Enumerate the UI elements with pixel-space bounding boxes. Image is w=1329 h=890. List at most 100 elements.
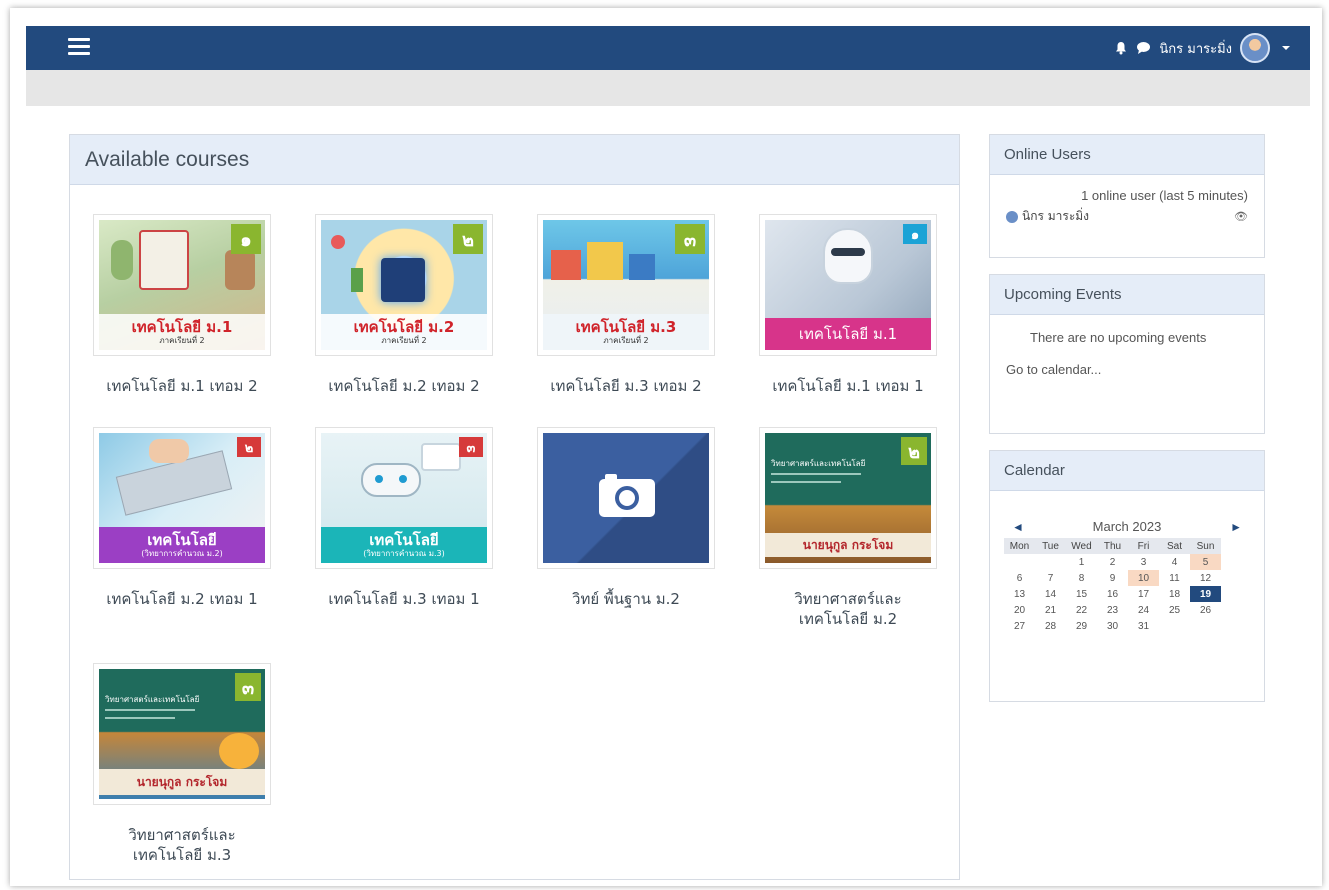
course-link[interactable]: เทคโนโลยี ม.2 เทอม 1	[77, 589, 287, 609]
calendar-day[interactable]: 19	[1190, 586, 1221, 602]
go-to-calendar-link[interactable]: Go to calendar...	[1006, 362, 1248, 377]
course-link[interactable]: วิทย์ พื้นฐาน ม.2	[521, 589, 731, 609]
eye-slash-icon[interactable]: 👁	[1234, 210, 1248, 223]
course-item[interactable]: ๓ เทคโนโลยี ม.3 ภาคเรียนที่ 2 เทคโนโลยี …	[521, 214, 731, 396]
course-link[interactable]: เทคโนโลยี ม.3 เทอม 2	[521, 376, 731, 396]
course-thumbnail[interactable]: ๒ เทคโนโลยี ม.2 ภาคเรียนที่ 2	[315, 214, 493, 356]
calendar-day[interactable]: 31	[1128, 618, 1159, 634]
breadcrumb-bar	[26, 70, 1310, 106]
thumb-title: เทคโนโลยี ม.1	[798, 324, 898, 343]
next-month-arrow[interactable]: ►	[1230, 520, 1242, 534]
thumb-subtitle: ภาคเรียนที่ 2	[159, 335, 205, 345]
course-thumbnail[interactable]: ๑ เทคโนโลยี ม.1 ภาคเรียนที่ 2	[93, 214, 271, 356]
bell-icon[interactable]	[1114, 41, 1128, 55]
calendar-day[interactable]: 2	[1097, 554, 1128, 570]
course-link[interactable]: เทคโนโลยี ม.1 เทอม 1	[743, 376, 953, 396]
calendar-day[interactable]: 15	[1066, 586, 1097, 602]
thumb-subtitle: วิทยาศาสตร์และเทคโนโลยี	[105, 695, 200, 704]
course-link[interactable]: เทคโนโลยี ม.1 เทอม 2	[77, 376, 287, 396]
course-item[interactable]: วิทยาศาสตร์และเทคโนโลยี ๓ นายนุกูล กระโจ…	[77, 663, 287, 865]
block-title: Upcoming Events	[990, 275, 1264, 315]
course-badge: ๓	[459, 437, 483, 457]
calendar-day[interactable]: 9	[1097, 570, 1128, 586]
course-thumbnail[interactable]: ๓ เทคโนโลยี (วิทยาการคำนวณ ม.3)	[315, 427, 493, 569]
top-navbar: นิกร มาระมิ่ง	[26, 26, 1310, 70]
course-link[interactable]: วิทยาศาสตร์และเทคโนโลยี ม.3	[107, 825, 257, 865]
card-header: Available courses	[70, 135, 959, 185]
calendar-day[interactable]: 10	[1128, 570, 1159, 586]
calendar-empty-cell	[1190, 618, 1221, 634]
weekday-header: Sat	[1159, 538, 1190, 554]
camera-icon	[599, 474, 655, 517]
calendar-empty-cell	[1159, 618, 1190, 634]
course-badge: ๑	[903, 224, 927, 244]
navbar-username[interactable]: นิกร มาระมิ่ง	[1159, 38, 1232, 59]
calendar-day[interactable]: 25	[1159, 602, 1190, 618]
course-item[interactable]: วิทย์ พื้นฐาน ม.2	[521, 427, 731, 609]
avatar[interactable]	[1240, 33, 1270, 63]
course-badge: ๒	[237, 437, 261, 457]
calendar-day[interactable]: 18	[1159, 586, 1190, 602]
upcoming-events-block: Upcoming Events There are no upcoming ev…	[989, 274, 1265, 434]
thumb-subtitle: (วิทยาการคำนวณ ม.2)	[141, 548, 223, 558]
thumb-subtitle: วิทยาศาสตร์และเทคโนโลยี	[771, 459, 866, 468]
calendar-day[interactable]: 17	[1128, 586, 1159, 602]
online-user-link[interactable]: นิกร มาระมิ่ง	[1022, 207, 1089, 226]
course-thumbnail[interactable]: วิทยาศาสตร์และเทคโนโลยี ๒ นายนุกูล กระโจ…	[759, 427, 937, 569]
calendar-day[interactable]: 14	[1035, 586, 1066, 602]
course-link[interactable]: เทคโนโลยี ม.3 เทอม 1	[299, 589, 509, 609]
calendar-day[interactable]: 11	[1159, 570, 1190, 586]
thumb-subtitle: ภาคเรียนที่ 2	[603, 335, 649, 345]
course-badge: ๒	[901, 437, 927, 465]
calendar-day[interactable]: 23	[1097, 602, 1128, 618]
calendar-day[interactable]: 4	[1159, 554, 1190, 570]
course-thumbnail[interactable]: วิทยาศาสตร์และเทคโนโลยี ๓ นายนุกูล กระโจ…	[93, 663, 271, 805]
course-item[interactable]: ๓ เทคโนโลยี (วิทยาการคำนวณ ม.3) เทคโนโลย…	[299, 427, 509, 609]
calendar-day[interactable]: 26	[1190, 602, 1221, 618]
calendar-day[interactable]: 12	[1190, 570, 1221, 586]
calendar-day[interactable]: 24	[1128, 602, 1159, 618]
course-thumbnail[interactable]	[537, 427, 715, 569]
calendar-day[interactable]: 27	[1004, 618, 1035, 634]
course-item[interactable]: ๒ เทคโนโลยี ม.2 ภาคเรียนที่ 2 เทคโนโลยี …	[299, 214, 509, 396]
chat-icon[interactable]	[1136, 41, 1151, 55]
block-title: Calendar	[990, 451, 1264, 491]
course-link[interactable]: เทคโนโลยี ม.2 เทอม 2	[299, 376, 509, 396]
user-menu[interactable]: นิกร มาระมิ่ง	[1114, 33, 1290, 63]
course-link[interactable]: วิทยาศาสตร์และเทคโนโลยี ม.2	[773, 589, 923, 629]
course-item[interactable]: ๑ เทคโนโลยี ม.1 ภาคเรียนที่ 2 เทคโนโลยี …	[77, 214, 287, 396]
calendar-day[interactable]: 8	[1066, 570, 1097, 586]
chevron-down-icon[interactable]	[1282, 46, 1290, 50]
course-item[interactable]: วิทยาศาสตร์และเทคโนโลยี ๒ นายนุกูล กระโจ…	[743, 427, 953, 629]
course-item[interactable]: ๒ เทคโนโลยี (วิทยาการคำนวณ ม.2) เทคโนโลย…	[77, 427, 287, 609]
calendar-day[interactable]: 13	[1004, 586, 1035, 602]
thumb-title: เทคโนโลยี ม.1	[131, 317, 233, 336]
thumb-title: เทคโนโลยี ม.2	[353, 317, 455, 336]
calendar-day[interactable]: 30	[1097, 618, 1128, 634]
course-badge: ๑	[231, 224, 261, 254]
calendar-day[interactable]: 20	[1004, 602, 1035, 618]
calendar-day[interactable]: 21	[1035, 602, 1066, 618]
calendar-month: March 2023	[1092, 519, 1162, 534]
thumb-title: นายนุกูล กระโจม	[802, 537, 894, 552]
course-thumbnail[interactable]: ๑ เทคโนโลยี ม.1	[759, 214, 937, 356]
prev-month-arrow[interactable]: ◄	[1012, 520, 1024, 534]
calendar-day[interactable]: 16	[1097, 586, 1128, 602]
menu-toggle-icon[interactable]	[68, 38, 90, 56]
calendar-day[interactable]: 29	[1066, 618, 1097, 634]
calendar-day[interactable]: 6	[1004, 570, 1035, 586]
course-thumbnail[interactable]: ๒ เทคโนโลยี (วิทยาการคำนวณ ม.2)	[93, 427, 271, 569]
calendar-day[interactable]: 7	[1035, 570, 1066, 586]
calendar-day[interactable]: 5	[1190, 554, 1221, 570]
course-badge: ๒	[453, 224, 483, 254]
thumb-title: นายนุกูล กระโจม	[136, 774, 228, 789]
calendar-day[interactable]: 3	[1128, 554, 1159, 570]
course-item[interactable]: ๑ เทคโนโลยี ม.1 เทคโนโลยี ม.1 เทอม 1	[743, 214, 953, 396]
calendar-day[interactable]: 28	[1035, 618, 1066, 634]
weekday-header: Fri	[1128, 538, 1159, 554]
calendar-day[interactable]: 22	[1066, 602, 1097, 618]
calendar-day[interactable]: 1	[1066, 554, 1097, 570]
course-thumbnail[interactable]: ๓ เทคโนโลยี ม.3 ภาคเรียนที่ 2	[537, 214, 715, 356]
thumb-title: เทคโนโลยี	[369, 530, 439, 549]
thumb-subtitle: (วิทยาการคำนวณ ม.3)	[363, 548, 445, 558]
